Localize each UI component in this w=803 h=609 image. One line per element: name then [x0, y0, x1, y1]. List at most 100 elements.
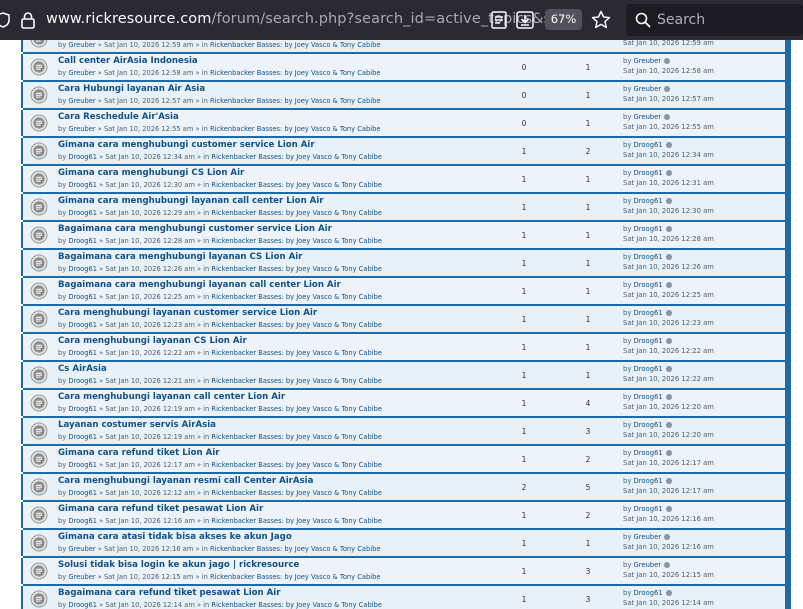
- topic-forum-link[interactable]: Rickenbacker Basses: by Joey Vasco & Ton…: [211, 209, 382, 217]
- last-post-author-link[interactable]: Droog61: [634, 477, 663, 485]
- last-post-author-link[interactable]: Greuber: [634, 57, 662, 65]
- bookmark-star-icon[interactable]: [590, 9, 612, 31]
- shield-icon[interactable]: [0, 12, 10, 28]
- topic-title-link[interactable]: Gimana cara refund tiket pesawat Lion Ai…: [58, 504, 263, 514]
- topic-title-link[interactable]: Gimana cara menghubungi customer service…: [58, 140, 315, 150]
- topic-forum-link[interactable]: Rickenbacker Basses: by Joey Vasco & Ton…: [211, 265, 382, 273]
- topic-author-link[interactable]: Greuber: [68, 69, 95, 77]
- topic-title-link[interactable]: Bagaimana cara menghubungi layanan CS Li…: [58, 252, 302, 262]
- topic-title-link[interactable]: Cara menghubungi layanan call center Lio…: [58, 392, 285, 402]
- goto-last-post-icon[interactable]: [665, 254, 672, 260]
- topic-forum-link[interactable]: Rickenbacker Basses: by Joey Vasco & Ton…: [211, 489, 382, 497]
- topic-forum-link[interactable]: Rickenbacker Basses: by Joey Vasco & Ton…: [210, 97, 381, 105]
- topic-author-link[interactable]: Droog61: [68, 433, 97, 441]
- goto-last-post-icon[interactable]: [664, 58, 671, 64]
- topic-forum-link[interactable]: Rickenbacker Basses: by Joey Vasco & Ton…: [211, 601, 382, 609]
- topic-author-link[interactable]: Droog61: [68, 153, 97, 161]
- topic-title-link[interactable]: Bagaimana cara menghubungi layanan call …: [58, 280, 341, 290]
- download-icon[interactable]: [514, 9, 536, 31]
- last-post-author-link[interactable]: Greuber: [634, 561, 662, 569]
- last-post-author-link[interactable]: Droog61: [634, 253, 663, 261]
- last-post-author-link[interactable]: Droog61: [634, 225, 663, 233]
- topic-title-link[interactable]: Gimana cara atasi tidak bisa akses ke ak…: [58, 532, 292, 542]
- topic-title-link[interactable]: Cara menghubungi layanan resmi call Cent…: [58, 476, 313, 486]
- topic-author-link[interactable]: Droog61: [68, 265, 97, 273]
- goto-last-post-icon[interactable]: [665, 450, 672, 456]
- last-post-author-link[interactable]: Droog61: [634, 141, 663, 149]
- topic-author-link[interactable]: Greuber: [68, 97, 95, 105]
- topic-forum-link[interactable]: Rickenbacker Basses: by Joey Vasco & Ton…: [210, 41, 381, 49]
- goto-last-post-icon[interactable]: [664, 86, 671, 92]
- last-post-author-link[interactable]: Droog61: [634, 393, 663, 401]
- topic-forum-link[interactable]: Rickenbacker Basses: by Joey Vasco & Ton…: [211, 153, 382, 161]
- topic-author-link[interactable]: Droog61: [68, 237, 97, 245]
- topic-author-link[interactable]: Greuber: [68, 573, 95, 581]
- goto-last-post-icon[interactable]: [665, 142, 672, 148]
- goto-last-post-icon[interactable]: [664, 562, 671, 568]
- topic-title-link[interactable]: Cara Reschedule Air'Asia: [58, 112, 179, 122]
- topic-forum-link[interactable]: Rickenbacker Basses: by Joey Vasco & Ton…: [211, 237, 382, 245]
- topic-author-link[interactable]: Greuber: [68, 125, 95, 133]
- topic-title-link[interactable]: Cara menghubungi layanan customer servic…: [58, 308, 317, 318]
- topic-title-link[interactable]: Layanan costumer servis AirAsia: [58, 420, 216, 430]
- goto-last-post-icon[interactable]: [665, 422, 672, 428]
- topic-forum-link[interactable]: Rickenbacker Basses: by Joey Vasco & Ton…: [210, 545, 381, 553]
- goto-last-post-icon[interactable]: [665, 590, 672, 596]
- goto-last-post-icon[interactable]: [664, 114, 671, 120]
- zoom-level-button[interactable]: 67%: [545, 9, 582, 30]
- goto-last-post-icon[interactable]: [665, 478, 672, 484]
- topic-title-link[interactable]: Gimana cara menghubungi CS Lion Air: [58, 168, 244, 178]
- topic-title-link[interactable]: Bagaimana cara refund tiket pesawat Lion…: [58, 588, 281, 598]
- topic-author-link[interactable]: Droog61: [68, 321, 97, 329]
- topic-forum-link[interactable]: Rickenbacker Basses: by Joey Vasco & Ton…: [210, 69, 381, 77]
- last-post-author-link[interactable]: Greuber: [634, 85, 662, 93]
- topic-forum-link[interactable]: Rickenbacker Basses: by Joey Vasco & Ton…: [210, 573, 381, 581]
- scrollbar-track[interactable]: [791, 40, 803, 609]
- goto-last-post-icon[interactable]: [664, 534, 671, 540]
- topic-forum-link[interactable]: Rickenbacker Basses: by Joey Vasco & Ton…: [211, 405, 382, 413]
- topic-forum-link[interactable]: Rickenbacker Basses: by Joey Vasco & Ton…: [211, 377, 382, 385]
- topic-forum-link[interactable]: Rickenbacker Basses: by Joey Vasco & Ton…: [211, 321, 382, 329]
- topic-author-link[interactable]: Greuber: [68, 545, 95, 553]
- search-input[interactable]: Search: [626, 4, 803, 36]
- topic-author-link[interactable]: Droog61: [68, 517, 97, 525]
- topic-title-link[interactable]: Cs AirAsia: [58, 364, 107, 374]
- last-post-author-link[interactable]: Droog61: [634, 197, 663, 205]
- goto-last-post-icon[interactable]: [665, 506, 672, 512]
- topic-forum-link[interactable]: Rickenbacker Basses: by Joey Vasco & Ton…: [211, 461, 382, 469]
- last-post-author-link[interactable]: Droog61: [634, 169, 663, 177]
- topic-title-link[interactable]: Call center AirAsia Indonesia: [58, 56, 198, 66]
- last-post-author-link[interactable]: Droog61: [634, 421, 663, 429]
- topic-author-link[interactable]: Greuber: [68, 41, 95, 49]
- topic-title-link[interactable]: Gimana cara menghubungi layanan call cen…: [58, 196, 324, 206]
- topic-author-link[interactable]: Droog61: [68, 461, 97, 469]
- topic-author-link[interactable]: Droog61: [68, 293, 97, 301]
- goto-last-post-icon[interactable]: [665, 198, 672, 204]
- goto-last-post-icon[interactable]: [665, 226, 672, 232]
- last-post-author-link[interactable]: Droog61: [634, 309, 663, 317]
- topic-title-link[interactable]: Cara Hubungi layanan Air Asia: [58, 84, 205, 94]
- last-post-author-link[interactable]: Droog61: [634, 449, 663, 457]
- last-post-author-link[interactable]: Droog61: [634, 337, 663, 345]
- topic-forum-link[interactable]: Rickenbacker Basses: by Joey Vasco & Ton…: [210, 125, 381, 133]
- topic-forum-link[interactable]: Rickenbacker Basses: by Joey Vasco & Ton…: [211, 349, 382, 357]
- goto-last-post-icon[interactable]: [665, 338, 672, 344]
- goto-last-post-icon[interactable]: [665, 394, 672, 400]
- topic-title-link[interactable]: Solusi tidak bisa login ke akun jago | r…: [58, 560, 299, 570]
- topic-forum-link[interactable]: Rickenbacker Basses: by Joey Vasco & Ton…: [211, 517, 382, 525]
- topic-author-link[interactable]: Droog61: [68, 601, 97, 609]
- topic-author-link[interactable]: Droog61: [68, 489, 97, 497]
- last-post-author-link[interactable]: Greuber: [634, 113, 662, 121]
- topic-author-link[interactable]: Droog61: [68, 209, 97, 217]
- topic-author-link[interactable]: Droog61: [68, 405, 97, 413]
- goto-last-post-icon[interactable]: [665, 366, 672, 372]
- goto-last-post-icon[interactable]: [665, 310, 672, 316]
- last-post-author-link[interactable]: Droog61: [634, 365, 663, 373]
- lock-icon[interactable]: [18, 10, 38, 30]
- topic-forum-link[interactable]: Rickenbacker Basses: by Joey Vasco & Ton…: [211, 293, 382, 301]
- reader-view-icon[interactable]: [488, 9, 510, 31]
- topic-author-link[interactable]: Droog61: [68, 377, 97, 385]
- goto-last-post-icon[interactable]: [665, 170, 672, 176]
- topic-author-link[interactable]: Droog61: [68, 349, 97, 357]
- last-post-author-link[interactable]: Droog61: [634, 589, 663, 597]
